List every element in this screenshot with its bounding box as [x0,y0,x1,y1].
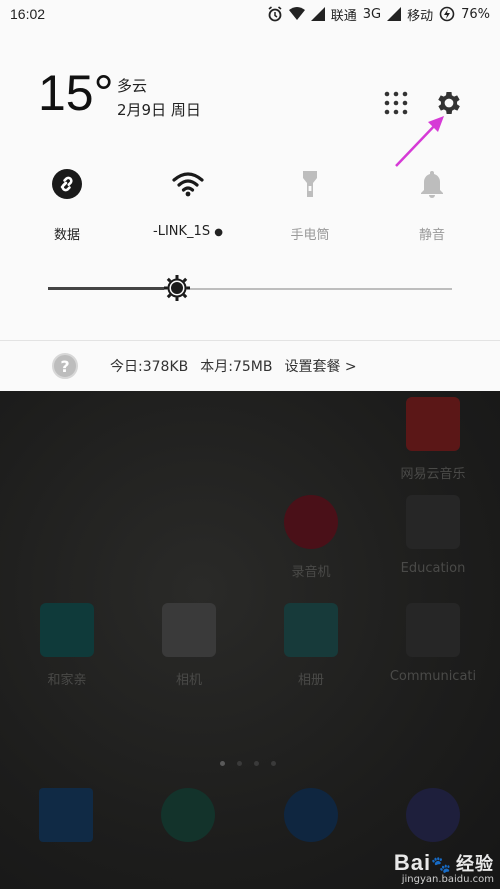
data-month: 本月:75MB [200,359,273,375]
set-plan-link[interactable]: 设置套餐 > [284,356,356,376]
charging-icon [439,6,455,22]
tile-flashlight[interactable]: 手电筒 [270,164,350,243]
brightness-slider[interactable] [48,275,452,301]
data-today: 今日:378KB [110,359,189,375]
weather-info: 多云 2月9日 周日 [117,74,201,122]
app-netease-music[interactable]: 网易云音乐 [378,397,488,482]
tile-label: 静音 [418,228,445,243]
battery-level: 76% [461,6,490,22]
tile-silent[interactable]: 静音 [392,164,472,243]
cell-signal-icon-2 [387,7,402,21]
folder-icon [406,603,460,657]
page-indicator [220,761,276,766]
status-bar: 16:02 联通 3G 移动 76% [0,0,500,28]
gallery-icon [284,603,338,657]
link-icon [52,169,82,199]
folder-icon [406,495,460,549]
app-gallery[interactable]: 相册 [256,603,366,688]
help-icon[interactable]: ? [52,353,78,379]
network-type: 3G [362,6,382,22]
tile-label: -LINK_1S ● [153,224,223,239]
tile-label: 手电筒 [290,228,330,243]
data-usage-row: ? 今日:378KB 本月:75MB 设置套餐 > [0,341,500,391]
messages-icon[interactable] [161,788,215,842]
weather-condition: 多云 [117,77,148,95]
status-icons: 联通 3G 移动 76% [267,5,490,24]
wifi-icon [172,172,204,197]
annotation-arrow [395,116,444,167]
baidu-jingyan-watermark: Bai🐾 经验 jingyan.baidu.com [393,850,494,885]
temperature: 15° [38,65,114,121]
tile-label: 数据 [53,228,80,243]
alarm-icon [268,6,282,22]
camera-icon [162,603,216,657]
app-hejiaqin[interactable]: 和家亲 [12,603,122,688]
carrier-1: 联通 [330,8,357,24]
tile-data[interactable]: 数据 [27,164,107,243]
carrier-2: 移动 [407,8,434,24]
hejiaqin-icon [40,603,94,657]
weather-date: 2月9日 周日 [117,101,201,119]
quick-settings-panel: 15° 多云 2月9日 周日 数据 -LINK_1S ● 手电筒 静音 ? 今日… [0,28,500,391]
brightness-sun-icon[interactable] [163,274,191,302]
netease-music-icon [406,397,460,451]
app-folder-education[interactable]: Education [378,495,488,576]
app-recorder[interactable]: 录音机 [256,495,366,580]
app-camera[interactable]: 相机 [134,603,244,688]
recorder-icon [284,495,338,549]
tile-wifi[interactable]: -LINK_1S ● [148,164,228,239]
flashlight-icon [303,171,317,197]
browser-icon[interactable] [406,788,460,842]
home-screen-dimmed: 网易云音乐 录音机 Education 和家亲 相机 相册 Communicat… [0,391,500,889]
app-folder-communication[interactable]: Communicati [378,603,488,684]
wifi-signal-icon [288,7,305,20]
slider-fill [48,287,177,290]
paw-icon: 🐾 [431,857,452,874]
bell-icon [421,171,443,198]
contacts-icon[interactable] [39,788,93,842]
cell-signal-icon-1 [310,7,325,21]
status-time: 16:02 [10,6,46,22]
phone-icon[interactable] [284,788,338,842]
